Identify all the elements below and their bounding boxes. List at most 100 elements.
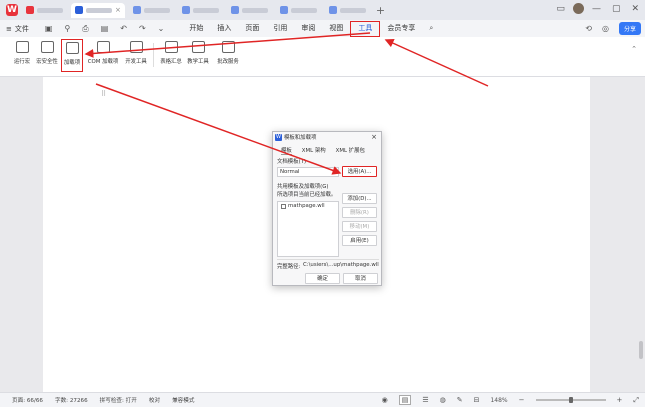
menu-home[interactable]: 开始 <box>182 20 210 37</box>
templates-addins-dialog: W 模板和加载项 × 模板 XML 架构 XML 扩展包 文档模板(T) Nor… <box>272 131 382 286</box>
tool-label: 宏安全性 <box>36 59 58 65</box>
macro-security-button[interactable]: 宏安全性 <box>33 41 61 65</box>
focus-mode-icon[interactable]: ◉ <box>382 396 388 404</box>
redo-icon[interactable]: ↷ <box>139 24 146 34</box>
doc-tab-5[interactable] <box>227 3 272 18</box>
remove-button[interactable]: 删除(R) <box>342 207 377 218</box>
run-macro-icon <box>15 41 29 53</box>
hamburger-icon: ≡ <box>6 24 12 33</box>
zoom-in-icon[interactable]: + <box>617 396 623 404</box>
doc-tab-2[interactable]: × <box>71 2 125 18</box>
status-bar: 页面: 66/66 字数: 27266 拼写检查: 打开 校对 兼容模式 ◉ ▤… <box>0 392 645 407</box>
menu-review[interactable]: 审阅 <box>294 20 322 37</box>
web-view-icon[interactable]: ◍ <box>440 396 446 404</box>
close-window-icon[interactable]: ✕ <box>631 4 639 14</box>
tool-label: 教学工具 <box>187 59 209 65</box>
doc-tab-1[interactable] <box>22 3 67 18</box>
addins-button[interactable]: 加载项 <box>61 39 83 72</box>
word-doc-icon <box>230 6 239 14</box>
menu-view[interactable]: 视图 <box>322 20 350 37</box>
collab-icon[interactable]: ◎ <box>602 24 609 33</box>
maximize-icon[interactable]: ▢ <box>612 4 621 14</box>
full-path-label: 完整路径: <box>277 264 301 270</box>
undo-icon[interactable]: ↶ <box>120 24 127 34</box>
list-item[interactable]: mathpage.wll <box>278 202 338 210</box>
menu-insert[interactable]: 插入 <box>210 20 238 37</box>
save-icon[interactable]: ▣ <box>45 24 53 34</box>
full-path-value: C:\usiers\...up\mathpage.wll <box>303 262 379 268</box>
scrollbar-thumb[interactable] <box>639 341 643 359</box>
com-addins-button[interactable]: COM 加载项 <box>87 41 119 65</box>
proofread[interactable]: 校对 <box>149 396 160 404</box>
addins-list[interactable]: mathpage.wll <box>277 201 339 257</box>
addin-checkbox[interactable] <box>281 203 286 209</box>
addin-name: mathpage.wll <box>288 203 325 209</box>
dialog-title-bar[interactable]: W 模板和加载项 × <box>273 132 381 142</box>
zoom-out-icon[interactable]: − <box>519 396 525 404</box>
dialog-close-icon[interactable]: × <box>371 133 377 141</box>
add-button[interactable]: 添加(D)... <box>342 193 377 204</box>
teaching-tools-button[interactable]: 教学工具 <box>184 41 212 65</box>
grading-service-icon <box>221 41 235 53</box>
zoom-slider[interactable] <box>535 397 606 403</box>
spell-check[interactable]: 拼写检查: 打开 <box>100 396 137 404</box>
doc-tab-3[interactable] <box>129 3 174 18</box>
run-macro-button[interactable]: 运行宏 <box>8 41 36 65</box>
preview-icon[interactable]: ▤ <box>101 24 109 34</box>
avatar[interactable] <box>572 3 584 14</box>
new-tab-button[interactable]: + <box>376 4 385 17</box>
minimize-icon[interactable]: — <box>592 4 601 14</box>
ok-button[interactable]: 确定 <box>305 273 340 284</box>
tool-label: 批改服务 <box>217 59 239 65</box>
menu-tools[interactable]: 工具 <box>350 21 381 37</box>
zoom-level[interactable]: 148% <box>490 397 507 404</box>
menu-page[interactable]: 页面 <box>238 20 266 37</box>
doc-tab-6[interactable] <box>276 3 321 18</box>
tab-templates[interactable]: 模板 <box>281 146 292 155</box>
link-icon[interactable]: ⚲ <box>64 24 70 34</box>
fit-page-icon[interactable]: ⤢ <box>633 396 639 405</box>
com-addins-icon <box>96 41 110 53</box>
print-icon[interactable]: ⎙ <box>82 24 88 34</box>
doc-tab-4[interactable] <box>178 3 223 18</box>
search-icon[interactable]: ⌕ <box>422 20 440 37</box>
tab-xml-schema[interactable]: XML 架构 <box>302 146 326 155</box>
menu-reference[interactable]: 引用 <box>266 20 294 37</box>
word-doc-icon <box>279 6 288 14</box>
tool-label: 运行宏 <box>13 59 31 65</box>
table-summary-button[interactable]: 表格汇总 <box>157 41 185 65</box>
teaching-tools-icon <box>191 41 205 53</box>
move-button[interactable]: 移动(M) <box>342 221 377 232</box>
word-doc-icon <box>328 6 337 14</box>
grading-service-button[interactable]: 批改服务 <box>212 41 244 65</box>
wps-logo[interactable]: W <box>6 4 18 16</box>
select-template-button[interactable]: 选用(A)... <box>342 166 377 177</box>
developer-tools-button[interactable]: 开发工具 <box>122 41 150 65</box>
tab-xml-expansion[interactable]: XML 扩展包 <box>336 146 365 155</box>
page-view-icon[interactable]: ▤ <box>398 395 412 405</box>
share-button[interactable]: 分享 <box>618 22 641 35</box>
template-field[interactable]: Normal <box>277 167 339 177</box>
tools-ribbon: 运行宏 宏安全性 加载项 COM 加载项 开发工具 表格汇总 教学工具 批改服务… <box>0 37 645 77</box>
read-mode-icon[interactable]: ⊟ <box>474 396 480 404</box>
doc-tab-7[interactable] <box>325 3 370 18</box>
window-layout-icon[interactable]: ▭ <box>556 4 565 14</box>
close-tab-icon[interactable]: × <box>115 6 121 14</box>
page-count[interactable]: 页面: 66/66 <box>12 396 43 404</box>
more-icon[interactable]: ⌄ <box>158 24 165 34</box>
menu-member[interactable]: 会员专享 <box>380 20 422 37</box>
outline-view-icon[interactable]: ☰ <box>422 396 428 404</box>
macro-security-icon <box>40 41 54 53</box>
dialog-title: 模板和加载项 <box>284 135 317 141</box>
history-icon[interactable]: ⟲ <box>585 24 592 33</box>
collapse-ribbon-icon[interactable]: ⌃ <box>631 45 637 53</box>
vertical-scrollbar[interactable] <box>637 77 645 392</box>
cancel-button[interactable]: 取消 <box>343 273 378 284</box>
word-logo-icon: W <box>275 133 282 141</box>
word-count[interactable]: 字数: 27266 <box>55 396 88 404</box>
edit-mode-icon[interactable]: ✎ <box>457 396 463 404</box>
drag-handle-icon[interactable]: ⠿ <box>101 90 106 98</box>
word-doc-icon <box>181 6 190 14</box>
file-menu[interactable]: ≡ 文件 <box>6 24 29 34</box>
enable-button[interactable]: 启用(E) <box>342 235 377 246</box>
